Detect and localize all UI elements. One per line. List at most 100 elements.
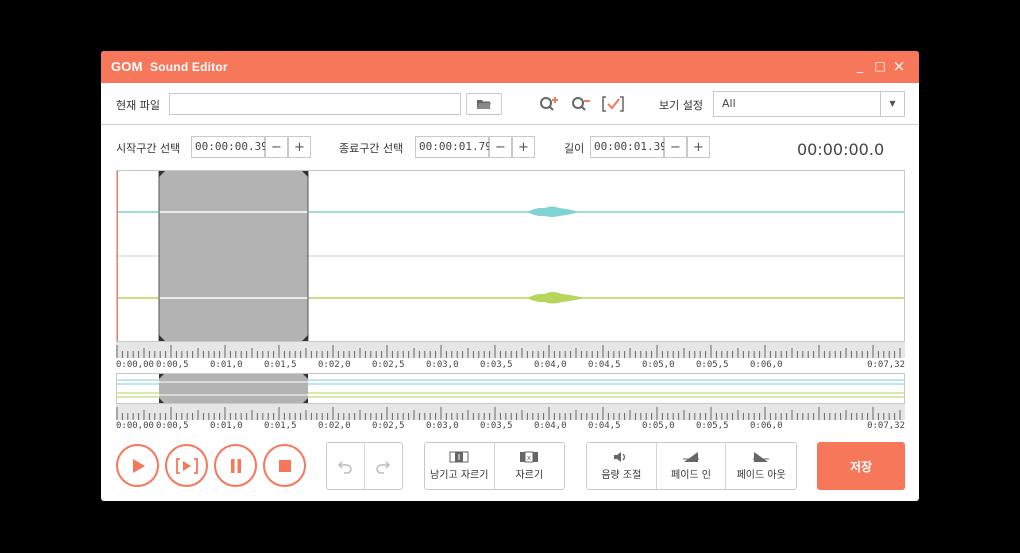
ruler-label: 0:01,0 (210, 360, 243, 370)
length-input[interactable]: 00:00:01.39 (590, 136, 667, 158)
keep-cut-label: 남기고 자르기 (430, 470, 489, 481)
minus-icon: − (495, 139, 506, 155)
length-plus-button[interactable]: + (687, 136, 710, 158)
ruler-label: 0:04,5 (588, 421, 621, 431)
redo-button[interactable] (365, 443, 403, 489)
play-selection-button[interactable] (165, 444, 208, 487)
volume-button[interactable]: 음량 조절 (587, 443, 657, 489)
zoom-out-button[interactable] (570, 93, 592, 115)
end-range-label: 종료구간 선택 (339, 142, 404, 155)
fade-in-icon (683, 452, 699, 462)
open-file-button[interactable] (466, 93, 502, 115)
app-logo: GOM Sound Editor (111, 59, 228, 74)
fade-out-button[interactable]: 페이드 아웃 (726, 443, 796, 489)
undo-icon (338, 461, 352, 474)
save-button[interactable]: 저장 (817, 442, 905, 490)
ruler-label: 0:03,0 (426, 360, 459, 370)
stop-button[interactable] (263, 444, 306, 487)
folder-open-icon (477, 100, 491, 109)
ruler-label: 0:05,0 (642, 360, 675, 370)
start-plus-button[interactable]: + (288, 136, 311, 158)
overview-selection[interactable] (159, 374, 308, 403)
ruler-label: 0:01,5 (264, 360, 297, 370)
time-ruler (116, 342, 905, 358)
length-minus-button[interactable]: − (664, 136, 687, 158)
ruler-label: 0:05,5 (696, 421, 729, 431)
ruler-labels: 0:00,00 0:00,5 0:01,0 0:01,5 0:02,0 0:02,5 0:0… (116, 360, 905, 374)
ruler-label: 0:05,0 (642, 421, 675, 431)
undo-button[interactable] (327, 443, 365, 489)
ruler-label: 0:02,5 (372, 360, 405, 370)
select-all-button[interactable] (601, 93, 625, 115)
play-selection-icon (175, 457, 198, 474)
ruler-label: 0:03,5 (480, 421, 513, 431)
overview-canvas (117, 374, 904, 403)
select-check-icon (602, 96, 624, 112)
ruler-label: 0:04,5 (588, 360, 621, 370)
start-time-input[interactable]: 00:00:00.39 (191, 136, 268, 158)
maximize-button[interactable]: □ (872, 58, 888, 74)
waveform-canvas (117, 171, 904, 341)
cut-icon: x (520, 451, 539, 463)
redo-icon (376, 461, 391, 474)
minimize-button[interactable]: _ (852, 58, 868, 74)
history-group (326, 442, 403, 490)
play-button[interactable] (116, 444, 159, 487)
play-icon (132, 458, 145, 473)
close-icon: × (892, 57, 906, 75)
close-button[interactable]: × (891, 58, 907, 74)
effects-group: 음량 조절 페이드 인 페이드 아웃 (586, 442, 797, 490)
start-minus-button[interactable]: − (265, 136, 288, 158)
plus-icon: + (693, 139, 704, 155)
ruler-label: 0:06,0 (750, 360, 783, 370)
ruler-label: 0:02,0 (318, 421, 351, 431)
fade-out-label: 페이드 아웃 (736, 470, 786, 481)
ruler-label: 0:06,0 (750, 421, 783, 431)
start-range-label: 시작구간 선택 (116, 142, 181, 155)
keep-cut-button[interactable]: 남기고 자르기 (425, 443, 495, 489)
view-setting-value: All (722, 97, 736, 110)
current-file-input[interactable] (169, 93, 461, 115)
ruler-label: 0:00,00 (116, 421, 154, 431)
cut-label: 자르기 (515, 470, 544, 481)
title-bar: GOM Sound Editor _ □ × (101, 51, 919, 83)
zoom-in-button[interactable] (538, 93, 560, 115)
ruler-label: 0:02,5 (372, 421, 405, 431)
channel-2-peak (527, 292, 585, 304)
ruler-label: 0:07,32 (867, 360, 905, 370)
app-logo-mark: GOM (111, 59, 143, 74)
plus-icon: + (518, 139, 529, 155)
end-plus-button[interactable]: + (512, 136, 535, 158)
chevron-down-icon[interactable]: ▼ (880, 92, 904, 116)
pause-button[interactable] (214, 444, 257, 487)
length-label: 길이 (564, 142, 585, 155)
end-minus-button[interactable]: − (489, 136, 512, 158)
ruler-label: 0:05,5 (696, 360, 729, 370)
minus-icon: − (271, 139, 282, 155)
fade-in-label: 페이드 인 (671, 470, 711, 481)
end-time-input[interactable]: 00:00:01.79 (415, 136, 492, 158)
overview-ruler (116, 404, 905, 420)
overview-waveform[interactable] (116, 373, 905, 404)
stop-icon (278, 459, 291, 472)
cut-button[interactable]: x 자르기 (495, 443, 565, 489)
ruler-label: 0:00,00 (116, 360, 154, 370)
ruler-label: 0:02,0 (318, 360, 351, 370)
file-toolbar: 현재 파일 보기 설정 All ▼ (101, 83, 919, 125)
ruler-label: 0:03,0 (426, 421, 459, 431)
current-file-label: 현재 파일 (116, 99, 160, 112)
view-setting-select[interactable]: All ▼ (713, 91, 905, 117)
selection-region[interactable] (159, 171, 308, 341)
zoom-in-icon (540, 97, 558, 111)
fade-in-button[interactable]: 페이드 인 (657, 443, 727, 489)
app-title: Sound Editor (150, 60, 228, 74)
fade-out-icon (753, 452, 770, 462)
pause-icon (230, 458, 241, 473)
ruler-label: 0:07,32 (867, 421, 905, 431)
waveform-view[interactable] (116, 170, 905, 342)
plus-icon: + (294, 139, 305, 155)
view-setting-label: 보기 설정 (659, 99, 703, 112)
ruler-ticks (116, 345, 901, 358)
cut-group: 남기고 자르기 x 자르기 (424, 442, 565, 490)
zoom-out-icon (572, 97, 590, 111)
